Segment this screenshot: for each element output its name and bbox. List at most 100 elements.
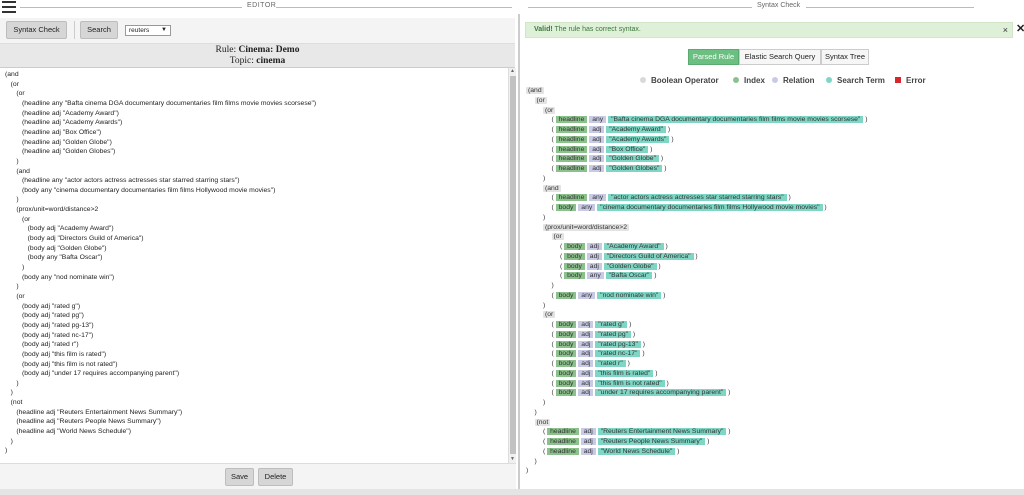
index-chip: body xyxy=(564,243,585,250)
results-scrollbar[interactable] xyxy=(1014,86,1022,486)
tree-node: ) xyxy=(543,398,545,407)
source-select[interactable]: reuters ▼ xyxy=(125,25,171,36)
operator-text: prox/unit=word/distance>2 xyxy=(547,223,627,231)
legend-dot-icon xyxy=(772,77,778,83)
chevron-down-icon: ▼ xyxy=(161,27,167,33)
close-paren: ) xyxy=(786,194,791,202)
code-line: ) xyxy=(5,389,13,397)
operator-text: and xyxy=(547,184,559,192)
close-paren: ) xyxy=(543,174,546,182)
tree-node: ( body adj "rated r" ) xyxy=(552,359,630,368)
legend-item: Boolean Operator xyxy=(640,76,719,85)
close-paren: ) xyxy=(648,145,653,153)
legend-label: Search Term xyxy=(837,76,885,85)
close-paren: ) xyxy=(705,438,710,445)
tree-node: ( body adj "Golden Globe" ) xyxy=(560,262,661,271)
close-paren: ) xyxy=(726,428,731,436)
syntax-check-button[interactable]: Syntax Check xyxy=(6,21,67,39)
code-line: ) xyxy=(5,196,19,204)
index-chip: body xyxy=(555,389,577,397)
code-line: (headline adj "Golden Globes") xyxy=(5,148,116,156)
close-paren: ) xyxy=(640,340,646,348)
tree-node: ( headline adj "World News Schedule" ) xyxy=(543,447,679,456)
index-chip: body xyxy=(555,330,577,338)
save-button[interactable]: Save xyxy=(225,468,254,486)
rule-label: Rule: xyxy=(215,45,239,55)
index-chip: body xyxy=(564,252,585,260)
search-term-chip: "under 17 requires accompanying parent" xyxy=(595,389,727,397)
code-line: (headline adj "Box Office") xyxy=(5,128,102,136)
topic-name: cinema xyxy=(256,56,286,66)
relation-chip: any xyxy=(578,204,596,211)
search-term-chip: "rated nc-17" xyxy=(595,350,641,358)
scroll-down-icon[interactable]: ▼ xyxy=(510,456,515,462)
relation-chip: adj xyxy=(589,135,605,143)
index-chip: headline xyxy=(555,116,588,124)
boolean-operator: (or xyxy=(534,96,547,104)
legend-item: Relation xyxy=(772,76,815,85)
legend-square-icon xyxy=(895,77,901,83)
tree-node: ( headline adj "Box Office" ) xyxy=(552,145,653,154)
operator-text: or xyxy=(547,106,554,114)
tab-elastic-search-query[interactable]: Elastic Search Query xyxy=(739,49,821,65)
search-button[interactable]: Search xyxy=(80,21,118,39)
legend-label: Index xyxy=(744,76,765,85)
search-term-chip: "Golden Globes" xyxy=(606,165,663,172)
close-paren: ) xyxy=(534,457,537,465)
alert-text: The rule has correct syntax. xyxy=(552,26,641,33)
rule-header: Rule: Cinema: Demo Topic: cinema xyxy=(0,44,515,68)
operator-text: not xyxy=(538,418,549,426)
tree-node: ( body adj "this film is not rated" ) xyxy=(552,379,669,388)
tab-parsed-rule[interactable]: Parsed Rule xyxy=(688,49,739,65)
tree-node: ( body any "cinema documentary documenta… xyxy=(552,203,827,212)
code-line: (body adj "Golden Globe") xyxy=(5,244,107,252)
tree-node: (and xyxy=(526,86,544,95)
close-panel-icon[interactable]: ✕ xyxy=(1016,22,1024,35)
topic-label: Topic: xyxy=(229,56,257,66)
search-term-chip: "nod nominate win" xyxy=(597,291,662,299)
tree-node: (or xyxy=(543,106,556,115)
relation-chip: adj xyxy=(578,369,594,377)
index-chip: headline xyxy=(555,165,588,172)
tree-node: ) xyxy=(526,466,528,475)
tree-node: ( headline adj "Golden Globes" ) xyxy=(552,164,667,173)
search-term-chip: "Box Office" xyxy=(606,145,649,153)
tree-node: ( body adj "rated nc-17" ) xyxy=(552,349,645,358)
close-paren: ) xyxy=(664,379,669,387)
tree-node: ( body any "nod nominate win" ) xyxy=(552,291,665,300)
relation-chip: adj xyxy=(578,330,594,338)
relation-chip: adj xyxy=(578,350,594,358)
tree-node: ( headline any "Bafta cinema DGA documen… xyxy=(552,115,868,124)
search-term-chip: "rated pg" xyxy=(595,330,632,338)
index-chip: body xyxy=(555,360,577,367)
tree-node: ( headline adj "Academy Award" ) xyxy=(552,125,670,134)
delete-button[interactable]: Delete xyxy=(258,468,293,486)
search-term-chip: "Bafta cinema DGA documentary documentar… xyxy=(608,116,864,124)
tree-node: ( body adj "this film is rated" ) xyxy=(552,369,657,378)
relation-chip: adj xyxy=(589,155,605,163)
search-term-chip: "Golden Globe" xyxy=(603,262,657,270)
relation-chip: any xyxy=(586,272,604,280)
editor-toolbar: Syntax Check Search reuters ▼ xyxy=(0,18,515,44)
code-line: (headline any "Bafta cinema DGA document… xyxy=(5,99,317,107)
code-line: (headline adj "Reuters People News Summa… xyxy=(5,418,161,426)
scroll-up-icon[interactable]: ▲ xyxy=(510,68,515,74)
tree-node: ( body adj "under 17 requires accompanyi… xyxy=(552,388,730,397)
close-icon[interactable]: × xyxy=(1003,23,1008,37)
menu-icon[interactable] xyxy=(2,1,16,13)
boolean-operator: (or xyxy=(543,106,556,114)
editor-scrollbar[interactable]: ▲ ▼ xyxy=(508,68,516,463)
rule-code-editor[interactable]: (and (or (or (headline any "Bafta cinema… xyxy=(0,68,508,463)
pane-divider[interactable] xyxy=(518,14,520,489)
tree-node: (or xyxy=(534,96,547,105)
code-line: (or xyxy=(5,292,25,300)
code-line: (body adj "this film is rated") xyxy=(5,350,107,358)
scrollbar-thumb[interactable] xyxy=(510,76,516,454)
boolean-operator: (and xyxy=(526,87,544,94)
tab-syntax-tree[interactable]: Syntax Tree xyxy=(821,49,869,65)
index-chip: body xyxy=(555,369,577,377)
code-line: (headline any "actor actors actress actr… xyxy=(5,177,240,185)
tree-node: ( body adj "Directors Guild of America" … xyxy=(560,252,698,261)
index-chip: headline xyxy=(555,145,588,153)
top-bar: EDITOR Syntax Check xyxy=(0,0,1024,14)
